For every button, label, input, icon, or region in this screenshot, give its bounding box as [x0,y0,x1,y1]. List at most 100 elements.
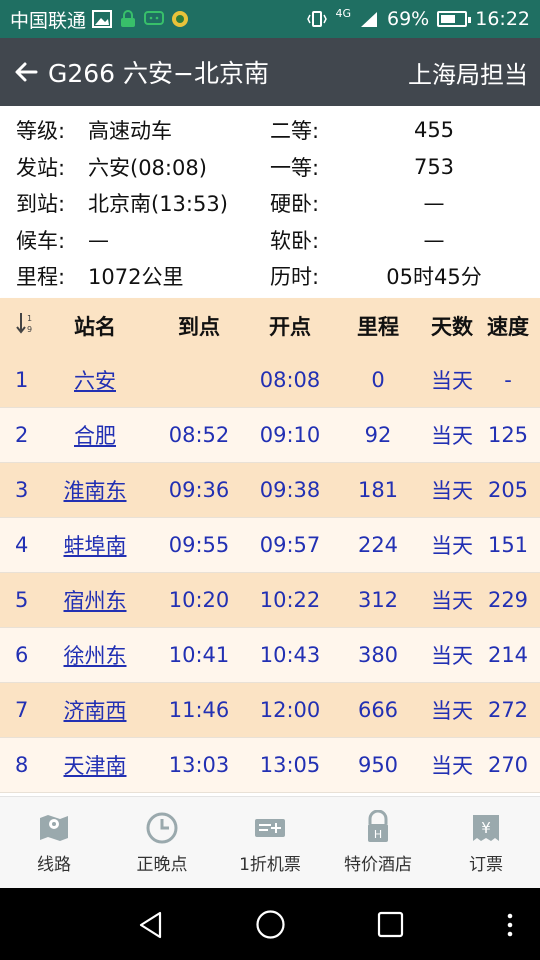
arrive-time: 08:52 [168,423,230,447]
depart-time: 10:43 [259,643,321,667]
network-type: 4G [335,6,351,20]
nav-label: 订票 [469,855,503,875]
col-days: 天数 [431,314,473,339]
nav-item-route[interactable]: 线路 [0,797,108,888]
speed: 272 [487,698,529,722]
table-row[interactable]: 2 合肥 08:52 09:10 92 当天 125 [0,408,540,463]
info-row: 里程: 1072公里 历时: 05时45分 [16,258,540,295]
col-distance: 里程 [357,314,399,339]
table-row[interactable]: 4 蚌埠南 09:55 09:57 224 当天 151 [0,518,540,573]
nav-item-booking[interactable]: ¥ 订票 [432,797,540,888]
nav-label: 特价酒店 [344,855,412,875]
info-row: 发站: 六安(08:08) 一等: 753 [16,149,540,186]
distance: 181 [357,478,399,502]
depart-time: 09:57 [259,533,321,557]
station-link[interactable]: 淮南东 [44,475,146,505]
signal-icon [359,10,379,28]
arrive-time: 09:36 [168,478,230,502]
table-row[interactable]: 8 天津南 13:03 13:05 950 当天 270 [0,738,540,793]
hotel-icon: H [368,810,388,842]
distance: 380 [357,643,399,667]
arrive-time: 13:03 [168,753,230,777]
stop-number: 4 [15,533,29,557]
nav-item-flight[interactable]: 1折机票 [216,797,324,888]
station-link[interactable]: 六安 [44,365,146,395]
info-row: 等级: 高速动车 二等: 455 [16,112,540,149]
vibrate-icon [307,10,328,28]
recents-square-icon[interactable] [377,911,404,938]
more-dots-icon[interactable] [504,912,516,938]
table-row[interactable]: 1 六安 08:08 0 当天 - [0,353,540,408]
info-label: 候车: [16,228,66,253]
station-link[interactable]: 合肥 [44,420,146,450]
table-row[interactable]: 7 济南西 11:46 12:00 666 当天 272 [0,683,540,738]
clock-icon [146,812,178,844]
stop-number: 5 [15,588,29,612]
station-link[interactable]: 天津南 [44,750,146,780]
bureau-label: 上海局担当 [408,60,528,89]
nav-item-hotel[interactable]: H 特价酒店 [324,797,432,888]
stop-number: 8 [15,753,29,777]
sort-toggle[interactable]: 1 9 [0,311,44,340]
depart-time: 10:22 [259,588,321,612]
distance: 0 [371,368,385,392]
speed: 151 [487,533,529,557]
chat-notification-icon [144,10,165,28]
depart-time: 09:10 [259,423,321,447]
map-route-icon [40,815,68,841]
svg-text:¥: ¥ [481,819,491,837]
arrive-time: 10:20 [168,588,230,612]
clock-time: 16:22 [475,8,530,30]
back-triangle-icon[interactable] [136,910,166,940]
nav-label: 1折机票 [239,855,301,875]
days: 当天 [431,369,473,393]
info-value: 753 [413,154,455,179]
train-info-panel: 等级: 高速动车 二等: 455 发站: 六安(08:08) 一等: 753 到… [0,106,540,298]
info-label: 二等: [270,119,320,144]
days: 当天 [431,699,473,723]
system-nav-bar [0,888,540,960]
ticket-yen-icon: ¥ [473,815,499,841]
info-label: 一等: [270,155,320,180]
station-link[interactable]: 蚌埠南 [44,530,146,560]
info-value: 高速动车 [88,119,172,144]
station-link[interactable]: 徐州东 [44,640,146,670]
info-label: 里程: [16,265,66,290]
image-notification-icon [92,10,113,28]
svg-text:1: 1 [27,314,32,323]
info-value: — [423,227,445,252]
arrive-time: 09:55 [168,533,230,557]
speed: 270 [487,753,529,777]
col-arrive: 到点 [178,314,220,339]
table-row[interactable]: 3 淮南东 09:36 09:38 181 当天 205 [0,463,540,518]
info-label: 历时: [270,265,320,290]
days: 当天 [431,479,473,503]
svg-text:H: H [374,828,382,841]
nav-item-delay[interactable]: 正晚点 [108,797,216,888]
distance: 950 [357,753,399,777]
info-value: — [423,191,445,216]
page-title: G266 六安−北京南 [48,59,269,88]
table-row[interactable]: 6 徐州东 10:41 10:43 380 当天 214 [0,628,540,683]
info-label: 发站: [16,155,66,180]
info-label: 到站: [16,192,66,217]
stop-number: 1 [15,368,29,392]
status-bar: 中国联通 4G 69% 16:22 [0,0,540,38]
battery-percent: 69% [387,8,430,30]
schedule-table: 1 9 站名 到点 开点 里程 天数 速度 1 六安 08:08 0 当天 - … [0,298,540,793]
days: 当天 [431,644,473,668]
stop-number: 2 [15,423,29,447]
station-link[interactable]: 宿州东 [44,585,146,615]
sort-icon[interactable]: 1 9 [15,311,37,335]
days: 当天 [431,534,473,558]
info-row: 到站: 北京南(13:53) 硬卧: — [16,185,540,222]
back-arrow-icon[interactable] [12,58,40,86]
station-link[interactable]: 济南西 [44,695,146,725]
svg-text:9: 9 [27,325,32,334]
app-header: G266 六安−北京南 上海局担当 [0,38,540,106]
stop-number: 3 [15,478,29,502]
depart-time: 09:38 [259,478,321,502]
home-circle-icon[interactable] [255,909,286,940]
table-row[interactable]: 5 宿州东 10:20 10:22 312 当天 229 [0,573,540,628]
days: 当天 [431,754,473,778]
